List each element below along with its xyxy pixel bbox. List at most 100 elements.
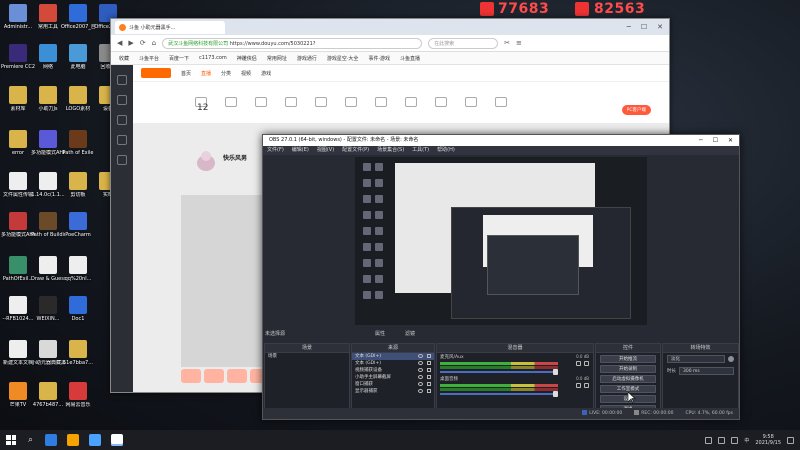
nav-tool[interactable]: [403, 96, 419, 109]
desktop-icon[interactable]: 多功能模式AHK: [31, 130, 65, 156]
desktop-icon[interactable]: 网络: [31, 44, 65, 70]
desktop-icon[interactable]: Premiere CC2019: [1, 44, 35, 70]
desktop-icon[interactable]: Draw & Guess: [31, 256, 65, 282]
minimize-icon[interactable]: ─: [699, 135, 703, 146]
forward-icon[interactable]: ▶: [128, 39, 133, 47]
volume-slider[interactable]: [440, 369, 558, 375]
obs-menu-item[interactable]: 文件(F): [267, 146, 284, 155]
source-item[interactable]: 文本 (GDI+): [352, 353, 434, 360]
search-icon[interactable]: ⌕: [28, 435, 33, 445]
bookmark-item[interactable]: 斗鱼平台: [139, 55, 159, 62]
desktop-icon[interactable]: 小助力Js: [31, 86, 65, 112]
obs-menu-item[interactable]: 帮助(H): [437, 146, 455, 155]
bookmark-item[interactable]: 百度一下: [169, 55, 189, 62]
bookmark-item[interactable]: 常用网址: [267, 55, 287, 62]
nav-tool[interactable]: [373, 96, 389, 109]
desktop-icon[interactable]: qq%20nl...: [61, 256, 95, 282]
source-item[interactable]: 小助手主屏幕截屏: [352, 374, 434, 381]
transition-type-select[interactable]: 淡化: [667, 355, 725, 363]
douyu-logo[interactable]: [141, 68, 171, 78]
nav-tool[interactable]: [283, 96, 299, 109]
tray-icon[interactable]: [705, 436, 713, 444]
desktop-icon[interactable]: 多功能模式AHK20.19...: [1, 212, 35, 238]
desktop-icon[interactable]: PathOfExil...: [1, 256, 35, 282]
nav-tool[interactable]: [493, 96, 509, 109]
sidebar-icon[interactable]: [117, 75, 127, 85]
obs-menu-item[interactable]: 视图(V): [317, 146, 334, 155]
scene-item[interactable]: 场景: [265, 353, 349, 360]
source-item[interactable]: 文本 (GDI+): [352, 360, 434, 367]
eye-icon[interactable]: [418, 354, 423, 358]
gift-item[interactable]: [204, 369, 224, 383]
taskbar-app-icon[interactable]: [67, 434, 80, 446]
obs-menu-item[interactable]: 场景集合(S): [377, 146, 404, 155]
nav-tool[interactable]: [433, 96, 449, 109]
desktop-icon[interactable]: 51e7bba7...: [61, 340, 95, 366]
bookmark-item[interactable]: c1173.com: [199, 55, 227, 61]
bookmark-item[interactable]: 游戏星空·大全: [327, 55, 359, 62]
bookmark-item[interactable]: 事件·游戏: [368, 55, 390, 62]
source-item[interactable]: 视频捕获设备: [352, 367, 434, 374]
minimize-icon[interactable]: ─: [627, 23, 631, 31]
eye-icon[interactable]: [418, 361, 423, 365]
back-icon[interactable]: ◀: [117, 39, 122, 47]
maximize-icon[interactable]: ☐: [713, 135, 718, 146]
clock[interactable]: 9:58 2021/9/15: [755, 434, 781, 446]
desktop-icon[interactable]: error: [1, 130, 35, 156]
taskbar-app-icon[interactable]: [89, 434, 102, 446]
lock-icon[interactable]: [427, 354, 431, 358]
eye-icon[interactable]: [418, 375, 423, 379]
desktop-icon[interactable]: 素材库: [1, 86, 35, 112]
desktop-icon[interactable]: 4767b487...: [31, 382, 65, 408]
bookmark-item[interactable]: 收藏: [119, 55, 129, 62]
gift-item[interactable]: [181, 369, 201, 383]
desktop-icon[interactable]: 新建文本文档: [1, 340, 35, 366]
duration-input[interactable]: 300 ms: [679, 367, 734, 375]
gear-icon[interactable]: [584, 361, 589, 366]
nav-tool[interactable]: [463, 96, 479, 109]
obs-preview[interactable]: [355, 157, 647, 325]
lock-icon[interactable]: [427, 382, 431, 386]
gear-icon[interactable]: [584, 383, 589, 388]
menu-icon[interactable]: ≡: [516, 39, 522, 47]
filters-button[interactable]: 滤镜: [405, 330, 415, 337]
bookmark-item[interactable]: 游戏通行: [297, 55, 317, 62]
source-item[interactable]: 显示器捕获: [352, 388, 434, 395]
desktop-icon[interactable]: LOGO素材: [61, 86, 95, 112]
source-item[interactable]: 窗口捕获: [352, 381, 434, 388]
nav-home[interactable]: 首页: [181, 70, 191, 77]
notification-icon[interactable]: [787, 436, 794, 444]
volume-slider[interactable]: [440, 391, 558, 397]
desktop-icon[interactable]: 此电脑: [61, 44, 95, 70]
desktop-icon[interactable]: --RFB1024...: [1, 296, 35, 322]
nav-category[interactable]: 分类: [221, 70, 231, 77]
properties-button[interactable]: 属性: [375, 330, 385, 337]
ime-indicator[interactable]: 中: [744, 437, 749, 444]
lock-icon[interactable]: [427, 361, 431, 365]
pc-client-button[interactable]: PC客户端: [621, 105, 651, 115]
desktop-icon[interactable]: Path of Exile: [61, 130, 95, 156]
sidebar-icon[interactable]: [117, 115, 127, 125]
desktop-icon[interactable]: Administr...: [1, 4, 35, 30]
browser-search-input[interactable]: 在此搜索: [428, 37, 499, 49]
desktop-icon[interactable]: 剪切板: [61, 172, 95, 198]
taskbar-app-icon[interactable]: [45, 434, 58, 446]
speaker-icon[interactable]: [576, 361, 581, 366]
bookmark-item[interactable]: 斗鱼直播: [400, 55, 420, 62]
nav-tool[interactable]: [253, 96, 269, 109]
sidebar-icon[interactable]: [117, 95, 127, 105]
desktop-icon[interactable]: PoeCharm: [61, 212, 95, 238]
speaker-icon[interactable]: [576, 383, 581, 388]
desktop-icon[interactable]: Doc1: [61, 296, 95, 322]
desktop-icon[interactable]: WEIXIN...: [31, 296, 65, 322]
address-bar[interactable]: 武汉斗鱼网络科技有限公司 https://www.douyu.com/50302…: [162, 37, 423, 49]
lock-icon[interactable]: [427, 389, 431, 393]
network-icon[interactable]: [718, 436, 726, 444]
extension-icon[interactable]: ✂: [504, 39, 510, 47]
nav-game[interactable]: 游戏: [261, 70, 271, 77]
gift-item[interactable]: [227, 369, 247, 383]
control-button[interactable]: 开始录制: [600, 365, 656, 373]
maximize-icon[interactable]: ☐: [641, 23, 647, 31]
desktop-icon[interactable]: Path of Building: [31, 212, 65, 238]
nav-video[interactable]: 视频: [241, 70, 251, 77]
